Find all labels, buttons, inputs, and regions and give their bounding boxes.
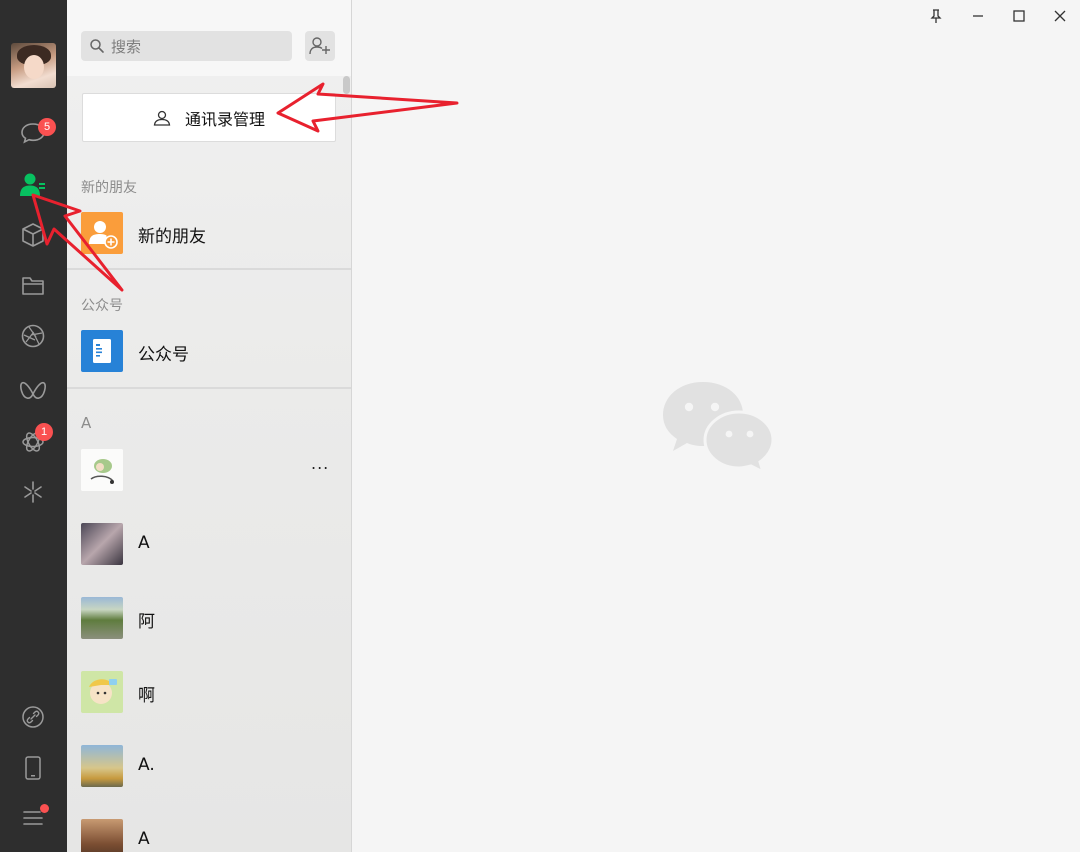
new-friend-avatar [81,212,123,254]
moments-badge: 1 [35,423,53,441]
moments-icon [21,324,45,348]
contacts-manage-button[interactable]: 通讯录管理 [82,93,336,142]
contact-row[interactable]: 啊 [67,664,351,724]
favorites-nav-button[interactable] [16,218,50,252]
contact-avatar [81,671,123,713]
contact-name: 阿 [138,612,155,632]
contact-row[interactable]: A [67,516,351,576]
contact-name: 新的朋友 [138,227,206,247]
search-placeholder: 搜索 [111,37,142,56]
contact-avatar [81,597,123,639]
list-scrollbar[interactable] [343,76,350,94]
cartoon-avatar-icon [81,449,123,491]
contacts-nav-button[interactable] [16,168,50,202]
search-icon [90,39,104,53]
contact-avatar [81,745,123,787]
contacts-icon [20,173,45,196]
pin-icon [930,9,942,23]
mini-programs-nav-button[interactable]: 1 [16,423,53,459]
add-contact-button[interactable] [305,31,335,61]
search-discover-nav-button[interactable] [16,475,50,509]
moments-nav-button[interactable] [16,319,50,353]
section-header-a: A [81,414,92,432]
menu-nav-button[interactable] [16,801,50,835]
close-icon [1054,10,1066,22]
link-icon [22,706,44,728]
close-button[interactable] [1047,4,1073,28]
minimize-button[interactable] [965,4,991,28]
contact-row[interactable]: A [67,812,351,852]
contact-name: 啊 [138,686,155,706]
contact-row[interactable]: 阿 [67,590,351,650]
contact-avatar [81,523,123,565]
contact-name: A [138,533,150,553]
contact-name: A. [138,755,155,775]
contacts-panel: 搜索 通讯录管理 新的朋友 新的朋友 公众号 公众号 A ... A 阿 啊 A… [67,0,352,852]
person-outline-icon [153,110,171,126]
channels-icon [20,381,46,399]
user-avatar[interactable] [11,43,56,88]
section-header-official-accounts: 公众号 [81,298,123,314]
files-icon [22,277,44,295]
contact-row[interactable]: A. [67,738,351,798]
pin-button[interactable] [923,4,949,28]
phone-nav-button[interactable] [16,751,50,785]
minimize-icon [973,15,983,17]
contact-name: 公众号 [138,345,189,365]
contact-avatar [81,819,123,852]
add-contact-icon [309,37,330,55]
section-header-new-friends: 新的朋友 [81,180,137,196]
favorites-icon [22,223,44,247]
chat-nav-button[interactable]: 5 [16,116,56,150]
official-account-avatar [81,330,123,372]
contact-name: A [138,829,150,849]
menu-notification-dot [40,804,49,813]
files-nav-button[interactable] [16,269,50,303]
avatar-face [24,55,44,79]
contact-name-truncation: ... [311,454,330,473]
channels-nav-button[interactable] [16,373,50,407]
contact-row[interactable]: ... [67,442,351,502]
section-divider [67,268,351,270]
chat-badge: 5 [38,118,56,136]
wechat-logo-watermark [663,382,775,474]
official-account-icon [93,339,111,363]
section-divider [67,387,351,389]
cartoon-avatar-icon [89,679,117,704]
search-box[interactable]: 搜索 [81,31,292,61]
search-discover-icon [24,481,42,503]
maximize-button[interactable] [1006,4,1032,28]
link-nav-button[interactable] [16,700,50,734]
list-item-official-accounts[interactable]: 公众号 [67,323,351,383]
contact-avatar [81,449,123,491]
contacts-manage-label: 通讯录管理 [184,109,265,129]
nav-sidebar: 5 1 [0,0,67,852]
phone-icon [25,756,41,780]
new-friend-icon [89,221,118,249]
list-item-new-friends[interactable]: 新的朋友 [67,205,351,265]
chat-empty-pane [352,0,1080,852]
maximize-icon [1013,10,1025,22]
